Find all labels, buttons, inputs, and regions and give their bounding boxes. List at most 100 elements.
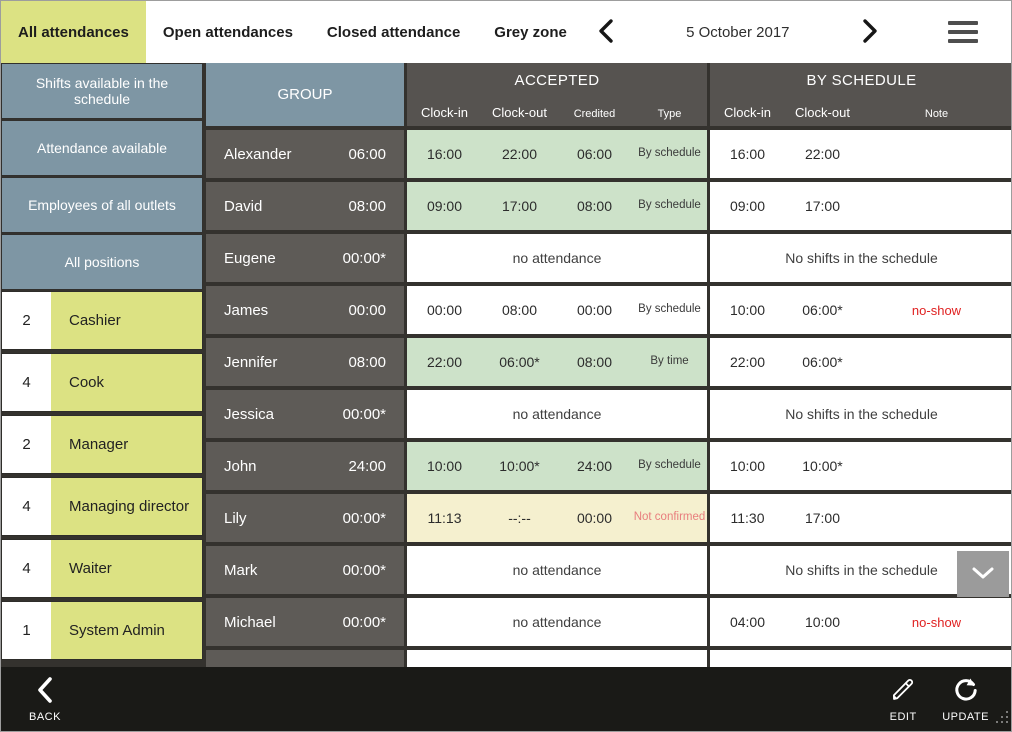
schedule-cell[interactable]: No shifts in the schedule [710, 234, 1011, 282]
scroll-down-button[interactable] [957, 551, 1009, 597]
accepted-clock-in: 22:00 [407, 354, 482, 370]
schedule-clock-out: 06:00* [785, 354, 860, 370]
filter-label: Shifts available in the schedule [8, 75, 196, 107]
position-row[interactable]: 1 System Admin [1, 601, 203, 660]
previous-day-button[interactable] [590, 13, 622, 52]
filter-label: Employees of all outlets [28, 197, 176, 213]
accepted-cell[interactable]: no attendance [407, 234, 707, 282]
group-cell[interactable]: Jessica 00:00* [206, 390, 404, 438]
group-cell[interactable]: Jennifer 08:00 [206, 338, 404, 386]
table-row: Jessica 00:00* no attendance No shifts i… [206, 390, 1011, 438]
schedule-cell[interactable]: 10:00 10:00* [710, 442, 1011, 490]
accepted-title: ACCEPTED [407, 63, 707, 89]
position-row[interactable]: 4 Cook [1, 353, 203, 412]
col-accepted-credited: Credited [557, 108, 632, 120]
accepted-clock-out: 10:00* [482, 458, 557, 474]
tab[interactable]: Closed attendance [310, 1, 477, 63]
no-attendance-message: no attendance [407, 234, 707, 282]
position-row[interactable]: 2 Manager [1, 415, 203, 474]
position-label: System Admin [51, 602, 202, 659]
tab[interactable]: Grey zone [477, 1, 584, 63]
accepted-clock-out: 06:00* [482, 354, 557, 370]
tab[interactable]: Open attendances [146, 1, 310, 63]
accepted-type: By schedule [632, 147, 707, 160]
group-cell[interactable]: John 24:00 [206, 442, 404, 490]
schedule-cell[interactable]: 04:00 10:00 no-show [710, 598, 1011, 646]
pencil-icon [888, 675, 918, 708]
schedule-clock-out: 10:00 [785, 614, 860, 630]
position-row[interactable]: 2 Cashier [1, 291, 203, 350]
employee-name: Jessica [224, 406, 274, 423]
group-cell[interactable]: Mark 00:00* [206, 546, 404, 594]
col-schedule-clock-in: Clock-in [710, 105, 785, 120]
table-row: John 24:00 10:00 10:00* 24:00 By schedul… [206, 442, 1011, 490]
accepted-cell[interactable]: 11:13 --:-- 00:00 Not confirmed [407, 494, 707, 542]
group-cell[interactable]: David 08:00 [206, 182, 404, 230]
accepted-cell[interactable]: 16:00 22:00 06:00 By schedule [407, 130, 707, 178]
schedule-cell[interactable]: No shifts in the schedule [710, 390, 1011, 438]
schedule-cell[interactable]: 10:00 06:00* no-show [710, 286, 1011, 334]
tab[interactable]: All attendances [1, 1, 146, 63]
top-bar: All attendances Open attendances Closed … [1, 1, 1011, 63]
schedule-cell[interactable]: 09:00 17:00 [710, 182, 1011, 230]
group-cell[interactable]: Lily 00:00* [206, 494, 404, 542]
accepted-cell[interactable]: no attendance [407, 598, 707, 646]
schedule-cell[interactable]: 11:30 17:00 [710, 494, 1011, 542]
group-cell[interactable]: Michael 00:00* [206, 598, 404, 646]
accepted-cell[interactable]: 09:00 17:00 08:00 By schedule [407, 182, 707, 230]
employee-name: Michael [224, 614, 276, 631]
sidebar-filter-button[interactable]: Employees of all outlets [1, 177, 203, 233]
chevron-right-icon [860, 17, 880, 48]
employee-name: Jennifer [224, 354, 277, 371]
group-cell[interactable]: Alexander 06:00 [206, 130, 404, 178]
sidebar-filter-button[interactable]: Shifts available in the schedule [1, 63, 203, 119]
sidebar-filter-button[interactable]: Attendance available [1, 120, 203, 176]
col-schedule-note: Note [860, 108, 1011, 120]
position-row[interactable]: 4 Waiter [1, 539, 203, 598]
group-cell[interactable]: Eugene 00:00* [206, 234, 404, 282]
main-area: Shifts available in the schedule Attenda… [1, 63, 1011, 667]
update-button[interactable]: UPDATE [942, 675, 989, 723]
accepted-clock-in: 16:00 [407, 146, 482, 162]
accepted-cell[interactable]: no attendance [407, 390, 707, 438]
filter-label: All positions [65, 254, 140, 270]
accepted-cell[interactable]: 00:00 08:00 00:00 By schedule [407, 286, 707, 334]
accepted-clock-out: --:-- [482, 510, 557, 526]
employee-total: 00:00 [348, 302, 386, 319]
filter-list: Shifts available in the schedule Attenda… [1, 63, 203, 291]
accepted-cell[interactable]: no attendance [407, 546, 707, 594]
schedule-cell[interactable]: 16:00 22:00 [710, 130, 1011, 178]
next-day-button[interactable] [854, 13, 886, 52]
position-count: 4 [2, 354, 51, 411]
employee-total: 24:00 [348, 458, 386, 475]
accepted-cell[interactable]: 10:00 10:00* 24:00 By schedule [407, 442, 707, 490]
table-body: Alexander 06:00 16:00 22:00 06:00 By sch… [206, 130, 1011, 667]
schedule-clock-in: 09:00 [710, 198, 785, 214]
accepted-type: By schedule [632, 199, 707, 212]
position-count: 2 [2, 416, 51, 473]
menu-button[interactable] [948, 1, 978, 63]
position-label: Manager [51, 416, 202, 473]
position-count: 2 [2, 292, 51, 349]
no-shifts-message: No shifts in the schedule [710, 390, 1011, 438]
resize-grip[interactable] [995, 710, 1009, 729]
employee-name: Lily [224, 510, 247, 527]
update-label: UPDATE [942, 711, 989, 723]
col-accepted-clock-in: Clock-in [407, 105, 482, 120]
employee-name: James [224, 302, 268, 319]
accepted-cell[interactable]: 22:00 06:00* 08:00 By time [407, 338, 707, 386]
accepted-clock-out: 08:00 [482, 302, 557, 318]
no-attendance-message: no attendance [407, 546, 707, 594]
schedule-clock-in: 16:00 [710, 146, 785, 162]
filter-label: Attendance available [37, 140, 167, 156]
back-label: BACK [29, 711, 61, 723]
edit-button[interactable]: EDIT [888, 675, 918, 723]
group-cell[interactable]: James 00:00 [206, 286, 404, 334]
bottom-bar: BACK EDIT [1, 667, 1011, 731]
position-row[interactable]: 4 Managing director [1, 477, 203, 536]
sidebar-filter-button[interactable]: All positions [1, 234, 203, 290]
chevron-left-icon [596, 17, 616, 48]
back-button[interactable]: BACK [29, 675, 61, 723]
schedule-cell[interactable]: 22:00 06:00* [710, 338, 1011, 386]
table-row: Alexander 06:00 16:00 22:00 06:00 By sch… [206, 130, 1011, 178]
